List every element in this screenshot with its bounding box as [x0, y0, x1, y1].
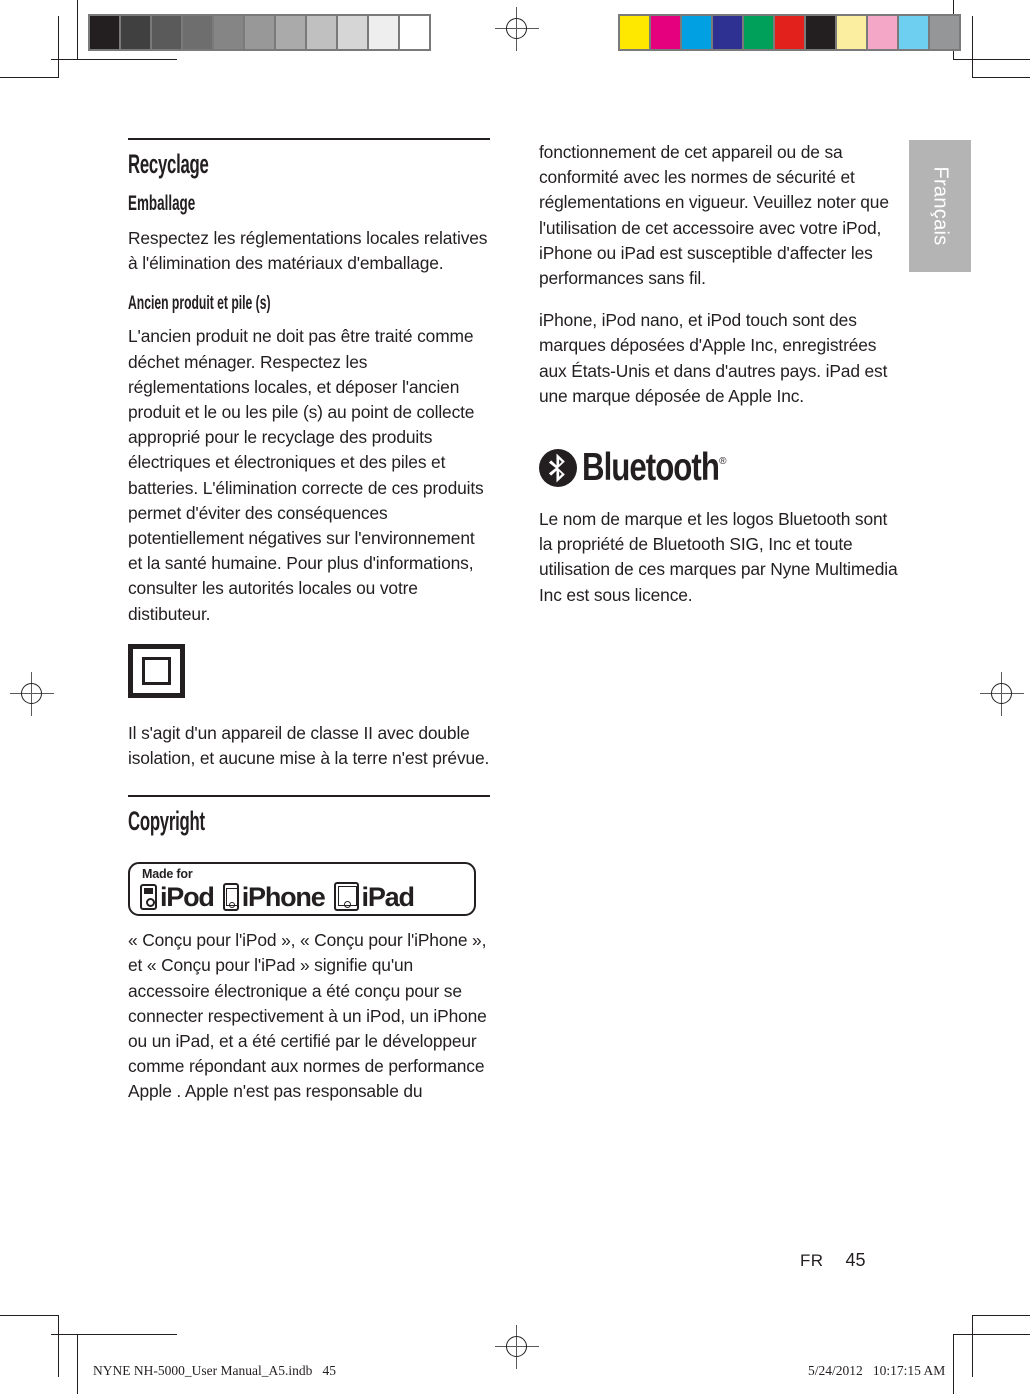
language-tab-francais: Français	[909, 140, 971, 272]
page-footer: FR 45	[800, 1250, 866, 1271]
locale-code: FR	[800, 1251, 824, 1270]
heading-ancien-produit: Ancien produit et pile (s)	[128, 293, 271, 315]
prepress-file-line: NYNE NH-5000_User Manual_A5.indb 45	[93, 1363, 336, 1378]
iphone-wordmark: iPhone	[241, 881, 326, 912]
section-rule-copyright	[128, 795, 490, 798]
bluetooth-wordmark: Bluetooth	[582, 446, 720, 490]
bluetooth-rune-icon	[539, 449, 577, 488]
heading-emballage: Emballage	[128, 192, 196, 215]
paragraph-apple-continued: fonctionnement de cet appareil ou de sa …	[539, 142, 889, 289]
page-title-recyclage: Recyclage	[128, 149, 209, 179]
page-title-copyright: Copyright	[128, 806, 205, 837]
left-column: Recyclage Emballage Respectez les réglem…	[128, 138, 490, 1122]
made-for-label: Made for	[142, 867, 193, 882]
ipad-wordmark: iPad	[361, 881, 415, 912]
made-for-ipad: iPad	[333, 881, 415, 912]
made-for-iphone: iPhone	[222, 881, 326, 912]
paragraph-made-for-disclaimer: « Conçu pour l'iPod », « Conçu pour l'iP…	[128, 930, 487, 1102]
registered-trademark-symbol: ®	[719, 456, 727, 468]
prepress-timestamp: 5/24/2012 10:17:15 AM	[808, 1363, 946, 1378]
manual-page: Recyclage Emballage Respectez les réglem…	[0, 0, 1030, 1394]
iphone-device-icon	[222, 882, 239, 911]
right-column: fonctionnement de cet appareil ou de sa …	[539, 140, 901, 625]
ipod-wordmark: iPod	[160, 881, 215, 912]
ipod-device-icon	[140, 883, 157, 910]
made-for-device-row: iPod iPhone iPad	[140, 881, 415, 912]
paragraph-bluetooth-license: Le nom de marque et les logos Bluetooth …	[539, 509, 898, 605]
language-tab-label: Français	[929, 166, 952, 246]
paragraph-apple-trademarks: iPhone, iPod nano, et iPod touch sont de…	[539, 310, 888, 406]
section-rule-recyclage	[128, 138, 490, 140]
made-for-apple-badge: Made for iPod iPhone iPad	[128, 862, 476, 917]
paragraph-emballage: Respectez les réglementations locales re…	[128, 228, 488, 274]
page-number: 45	[845, 1250, 866, 1270]
class-ii-double-insulation-icon	[128, 643, 185, 698]
paragraph-class-ii: Il s'agit d'un appareil de classe II ave…	[128, 722, 490, 769]
ipad-device-icon	[333, 882, 359, 912]
bluetooth-logo: Bluetooth ®	[539, 445, 901, 490]
paragraph-ancien-produit: L'ancien produit ne doit pas être traité…	[128, 326, 484, 624]
made-for-ipod: iPod	[140, 881, 215, 912]
